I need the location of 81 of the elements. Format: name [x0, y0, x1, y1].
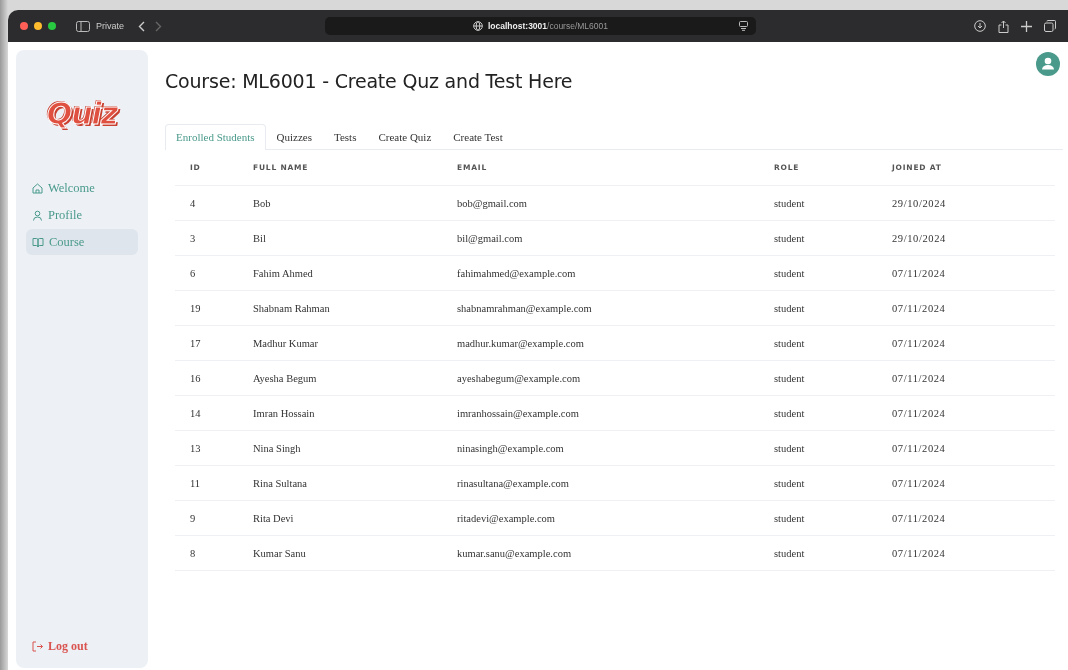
table-cell: Rita Devi	[252, 500, 456, 536]
table-cell: student	[773, 430, 891, 466]
table-cell: Bob	[252, 185, 456, 221]
table-cell: student	[773, 395, 891, 431]
table-cell: Nina Singh	[252, 430, 456, 466]
table-cell: madhur.kumar@example.com	[456, 325, 773, 361]
table-cell: 07/11/2024	[891, 255, 1055, 291]
table-cell: student	[773, 360, 891, 396]
table-cell: 07/11/2024	[891, 500, 1055, 536]
table-cell: imranhossain@example.com	[456, 395, 773, 431]
table-cell: student	[773, 465, 891, 501]
forward-icon[interactable]	[155, 20, 162, 32]
table-cell: 14	[175, 395, 252, 431]
table-cell: 17	[175, 325, 252, 361]
table-cell: shabnamrahman@example.com	[456, 290, 773, 326]
table-cell: 3	[175, 220, 252, 256]
download-icon[interactable]	[974, 20, 986, 32]
table-cell: ninasingh@example.com	[456, 430, 773, 466]
minimize-button[interactable]	[34, 22, 42, 30]
table-cell: 29/10/2024	[891, 185, 1055, 221]
tabs-overview-icon[interactable]	[1044, 20, 1056, 32]
table-cell: 07/11/2024	[891, 290, 1055, 326]
table-cell: 29/10/2024	[891, 220, 1055, 256]
table-cell: 07/11/2024	[891, 395, 1055, 431]
table-cell: student	[773, 325, 891, 361]
table-cell: 4	[175, 185, 252, 221]
table-cell: bob@gmail.com	[456, 185, 773, 221]
table-cell: student	[773, 500, 891, 536]
tab[interactable]: Create Test	[442, 124, 514, 150]
table-cell: ayeshabegum@example.com	[456, 360, 773, 396]
table-cell: 11	[175, 465, 252, 501]
private-label: Private	[96, 21, 124, 31]
table-cell: 07/11/2024	[891, 430, 1055, 466]
table-cell: 6	[175, 255, 252, 291]
table-cell: ritadevi@example.com	[456, 500, 773, 536]
reader-icon[interactable]	[739, 21, 748, 31]
tab[interactable]: Quizzes	[265, 124, 323, 150]
table-cell: student	[773, 185, 891, 221]
book-icon	[32, 236, 44, 248]
zoom-button[interactable]	[48, 22, 56, 30]
table-cell: 07/11/2024	[891, 465, 1055, 501]
table-cell: Kumar Sanu	[252, 535, 456, 571]
table-cell: 19	[175, 290, 252, 326]
globe-icon	[473, 21, 483, 31]
page-title: Course: ML6001 - Create Quz and Test Here	[165, 70, 574, 92]
avatar-icon[interactable]	[1036, 52, 1060, 76]
tab[interactable]: Enrolled Students	[165, 124, 266, 150]
back-icon[interactable]	[138, 20, 145, 32]
table-cell: bil@gmail.com	[456, 220, 773, 256]
table-cell: student	[773, 290, 891, 326]
table-cell: fahimahmed@example.com	[456, 255, 773, 291]
tab[interactable]: Create Quiz	[367, 124, 443, 150]
table-cell: student	[773, 220, 891, 256]
home-icon	[32, 182, 43, 194]
table-cell: 07/11/2024	[891, 535, 1055, 571]
quiz-logo: Quiz	[46, 96, 118, 131]
table-cell: 16	[175, 360, 252, 396]
sidebar-toggle-icon[interactable]	[76, 20, 90, 32]
new-tab-icon[interactable]	[1021, 20, 1032, 32]
table-cell: Rina Sultana	[252, 465, 456, 501]
table-cell: Madhur Kumar	[252, 325, 456, 361]
table-cell: 9	[175, 500, 252, 536]
table-cell: Imran Hossain	[252, 395, 456, 431]
table-cell: Shabnam Rahman	[252, 290, 456, 326]
table-cell: 8	[175, 535, 252, 571]
table-cell: Ayesha Begum	[252, 360, 456, 396]
table-cell: rinasultana@example.com	[456, 465, 773, 501]
table-cell: 13	[175, 430, 252, 466]
user-icon	[32, 209, 43, 221]
table-cell: 07/11/2024	[891, 360, 1055, 396]
share-icon[interactable]	[998, 19, 1009, 33]
table-cell: student	[773, 535, 891, 571]
logout-icon	[32, 641, 43, 652]
table-cell: 07/11/2024	[891, 325, 1055, 361]
tab[interactable]: Tests	[322, 124, 368, 150]
table-cell: Fahim Ahmed	[252, 255, 456, 291]
table-cell: Bil	[252, 220, 456, 256]
table-cell: kumar.sanu@example.com	[456, 535, 773, 571]
address-bar[interactable]: localhost:3001/course/ML6001	[325, 17, 756, 35]
close-button[interactable]	[20, 22, 28, 30]
table-cell: student	[773, 255, 891, 291]
